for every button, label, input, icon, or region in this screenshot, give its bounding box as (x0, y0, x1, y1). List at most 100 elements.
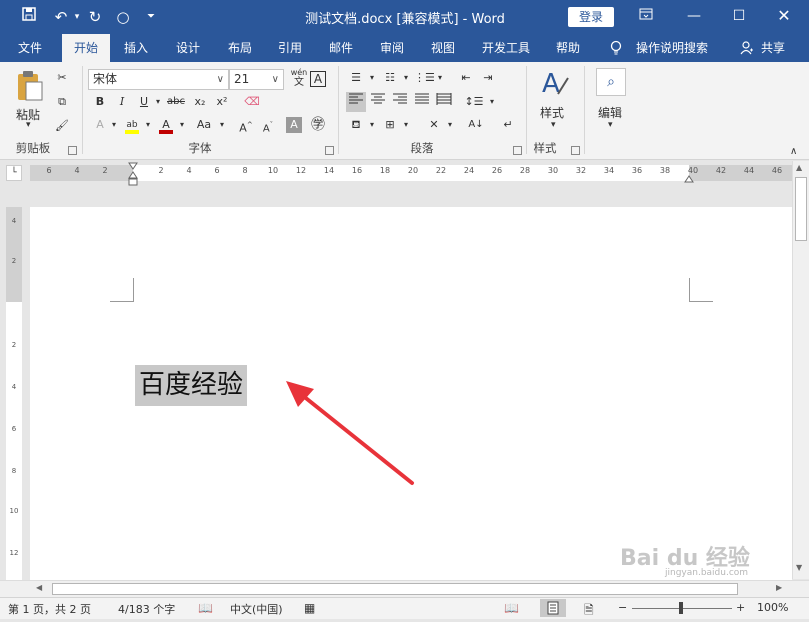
customize-toolbar-icon[interactable]: ⏷ (140, 6, 162, 28)
italic-icon[interactable]: I (112, 92, 132, 112)
copy-icon[interactable]: ⧉ (52, 92, 72, 112)
tab-layout[interactable]: 布局 (220, 34, 260, 62)
align-left-icon[interactable] (346, 92, 366, 112)
strikethrough-icon[interactable]: abc (166, 92, 186, 112)
indent-marker-icon[interactable] (128, 162, 138, 188)
vertical-ruler[interactable]: 4 2 2 4 6 8 10 12 (6, 207, 22, 580)
sort-icon[interactable]: A↓ (466, 115, 486, 135)
enclose-characters-icon[interactable]: ㊫ (308, 115, 328, 135)
styles-dialog-launcher-icon[interactable] (571, 146, 580, 155)
tab-insert[interactable]: 插入 (116, 34, 156, 62)
character-shading-icon[interactable]: A (286, 117, 302, 133)
subscript-icon[interactable]: x₂ (190, 92, 210, 112)
print-layout-icon[interactable] (540, 599, 566, 617)
shrink-font-icon[interactable]: Aˇ (258, 115, 278, 135)
paragraph-dialog-launcher-icon[interactable] (513, 146, 522, 155)
decrease-indent-icon[interactable]: ⇤ (456, 68, 476, 88)
read-mode-icon[interactable]: 📖 (504, 601, 519, 615)
styles-button-label[interactable]: 样式 (540, 104, 564, 121)
align-center-icon[interactable] (368, 92, 388, 112)
tell-me-search[interactable]: 操作说明搜索 (632, 34, 712, 62)
styles-icon[interactable]: A (540, 68, 570, 99)
language-status[interactable]: 中文(中国) (230, 601, 283, 617)
superscript-icon[interactable]: x² (212, 92, 232, 112)
font-name-combo[interactable]: 宋体 ∨ (88, 69, 229, 90)
ribbon-display-options-icon[interactable] (632, 5, 660, 27)
font-size-combo[interactable]: 21 ∨ (229, 69, 284, 90)
close-icon[interactable]: ✕ (770, 5, 798, 27)
chevron-down-icon[interactable]: ∨ (272, 70, 279, 89)
asian-layout-dropdown-icon[interactable]: ▾ (440, 115, 460, 135)
scroll-right-icon[interactable]: ▶ (776, 583, 782, 592)
zoom-out-icon[interactable]: − (618, 601, 627, 614)
phonetic-guide-icon[interactable]: wén 文 (288, 68, 310, 88)
numbering-dropdown-icon[interactable]: ▾ (396, 68, 416, 88)
increase-indent-icon[interactable]: ⇥ (478, 68, 498, 88)
multilevel-list-dropdown-icon[interactable]: ▾ (430, 68, 450, 88)
page-count[interactable]: 第 1 页，共 2 页 (8, 601, 91, 617)
tab-help[interactable]: 帮助 (548, 34, 588, 62)
collapse-ribbon-icon[interactable]: ∧ (790, 146, 797, 157)
selected-document-text[interactable]: 百度经验 (135, 365, 248, 406)
word-count[interactable]: 4/183 个字 (118, 601, 175, 617)
highlight-dropdown-icon[interactable]: ▾ (138, 115, 158, 135)
magnifier-icon[interactable]: ⌕ (596, 68, 626, 96)
editing-dropdown-icon[interactable]: ▾ (608, 120, 613, 130)
paste-dropdown-icon[interactable]: ▾ (26, 120, 31, 130)
justify-icon[interactable] (412, 92, 432, 112)
paste-icon[interactable] (14, 68, 48, 104)
shading-dropdown-icon[interactable]: ▾ (362, 115, 382, 135)
bullets-dropdown-icon[interactable]: ▾ (362, 68, 382, 88)
tab-file[interactable]: 文件 (8, 34, 52, 62)
scroll-down-icon[interactable]: ▼ (796, 563, 802, 572)
share-button[interactable]: 共享 (757, 34, 789, 62)
borders-dropdown-icon[interactable]: ▾ (396, 115, 416, 135)
font-color-dropdown-icon[interactable]: ▾ (172, 115, 192, 135)
font-dialog-launcher-icon[interactable] (325, 146, 334, 155)
proofing-icon[interactable]: 📖 (198, 601, 213, 615)
styles-dropdown-icon[interactable]: ▾ (551, 120, 556, 130)
distributed-icon[interactable] (434, 92, 454, 112)
scroll-left-icon[interactable]: ◀ (36, 583, 42, 592)
scroll-up-icon[interactable]: ▲ (796, 163, 802, 172)
clipboard-dialog-launcher-icon[interactable] (68, 146, 77, 155)
chevron-down-icon[interactable]: ∨ (217, 70, 224, 89)
vertical-scrollbar[interactable]: ▲ ▼ (792, 161, 809, 579)
line-spacing-icon[interactable]: ↕☰ (464, 92, 484, 112)
zoom-in-icon[interactable]: + (736, 601, 745, 614)
login-button[interactable]: 登录 (568, 7, 614, 27)
format-painter-icon[interactable]: 🖌 (52, 116, 72, 136)
redo-icon[interactable]: ↻ (84, 6, 106, 28)
line-spacing-dropdown-icon[interactable]: ▾ (482, 92, 502, 112)
horizontal-scrollbar[interactable]: ◀ ▶ (0, 580, 809, 597)
zoom-slider-thumb[interactable] (679, 602, 683, 614)
tab-design[interactable]: 设计 (168, 34, 208, 62)
grow-font-icon[interactable]: A^ (236, 115, 256, 135)
zoom-level[interactable]: 100% (757, 601, 788, 614)
vertical-scroll-thumb[interactable] (795, 177, 807, 241)
bold-icon[interactable]: B (90, 92, 110, 112)
align-right-icon[interactable] (390, 92, 410, 112)
macro-recording-icon[interactable]: ▦ (304, 601, 315, 615)
horizontal-scroll-thumb[interactable] (52, 583, 738, 595)
change-case-dropdown-icon[interactable]: ▾ (212, 115, 232, 135)
editing-button-label[interactable]: 编辑 (598, 104, 622, 121)
text-effects-dropdown-icon[interactable]: ▾ (104, 115, 124, 135)
tab-home[interactable]: 开始 (62, 34, 110, 62)
character-border-icon[interactable]: A (310, 71, 326, 87)
show-marks-icon[interactable]: ↵ (498, 115, 518, 135)
minimize-icon[interactable]: — (680, 5, 708, 27)
underline-dropdown-icon[interactable]: ▾ (148, 92, 168, 112)
tab-view[interactable]: 视图 (423, 34, 463, 62)
clear-formatting-icon[interactable]: ⌫ (242, 92, 262, 112)
save-icon[interactable] (18, 6, 40, 28)
right-indent-marker-icon[interactable] (684, 172, 694, 183)
maximize-icon[interactable]: ☐ (725, 5, 753, 27)
cut-icon[interactable]: ✂ (52, 68, 72, 88)
circle-shape-icon[interactable]: ○ (112, 6, 134, 28)
tab-developer[interactable]: 开发工具 (474, 34, 538, 62)
horizontal-ruler[interactable]: 6 4 2 2 4 6 8 10 12 14 16 18 20 22 24 26… (30, 162, 792, 186)
tab-references[interactable]: 引用 (270, 34, 310, 62)
tab-selector-icon[interactable]: └ (6, 165, 22, 181)
tab-review[interactable]: 审阅 (372, 34, 412, 62)
